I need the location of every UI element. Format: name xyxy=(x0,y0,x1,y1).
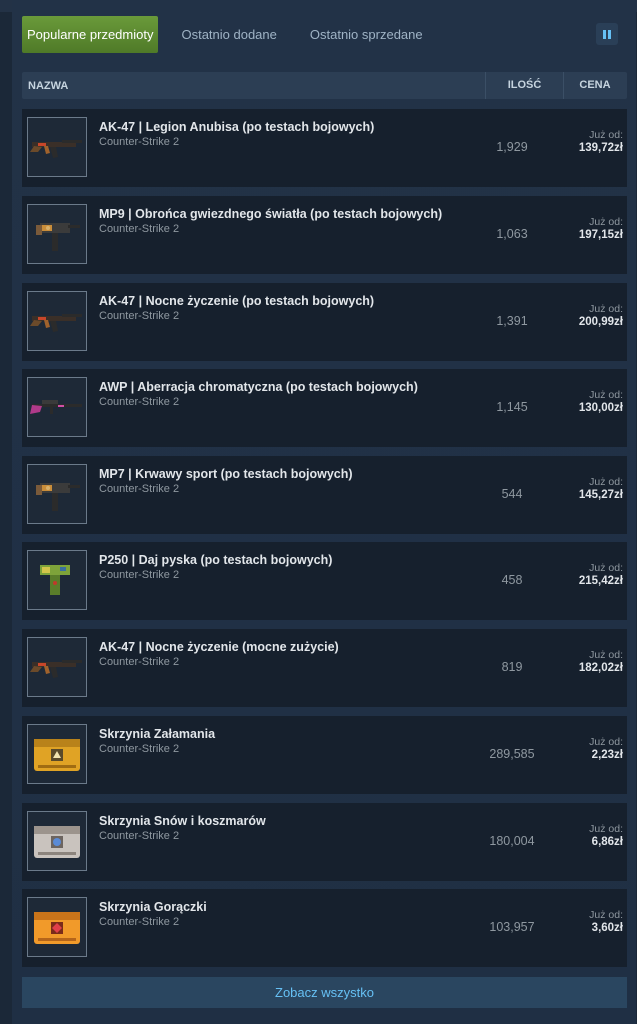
item-game: Counter-Strike 2 xyxy=(99,656,180,668)
item-thumbnail xyxy=(27,811,87,871)
item-price-label: Już od: xyxy=(589,216,623,228)
item-price: 145,27zł xyxy=(578,489,623,501)
tab-popular[interactable]: Popularne przedmioty xyxy=(22,15,159,53)
list-item[interactable]: P250 | Daj pyska (po testach bojowych) Co… xyxy=(22,542,627,620)
pistol-icon xyxy=(40,565,70,595)
list-item[interactable]: AK-47 | Nocne życzenie (po testach bojow… xyxy=(22,283,627,361)
item-price: 2,23zł xyxy=(591,749,623,761)
item-price: 3,60zł xyxy=(591,922,623,934)
item-thumbnail xyxy=(27,117,87,177)
item-game: Counter-Strike 2 xyxy=(99,569,180,581)
item-thumbnail xyxy=(27,377,87,437)
rifle-icon xyxy=(30,140,82,158)
case-icon xyxy=(34,826,80,858)
item-price-label: Już od: xyxy=(589,823,623,835)
pause-button[interactable] xyxy=(596,23,618,45)
rifle-icon xyxy=(30,314,82,332)
item-game: Counter-Strike 2 xyxy=(99,483,180,495)
item-price: 6,86zł xyxy=(591,836,623,848)
list-item[interactable]: MP7 | Krwawy sport (po testach bojowych)… xyxy=(22,456,627,534)
item-price-label: Już od: xyxy=(589,476,623,488)
item-price: 200,99zł xyxy=(578,316,623,328)
item-game: Counter-Strike 2 xyxy=(99,916,180,928)
item-price: 130,00zł xyxy=(578,402,623,414)
list-item[interactable]: AWP | Aberracja chromatyczna (po testach… xyxy=(22,369,627,447)
item-price-label: Już od: xyxy=(589,303,623,315)
item-thumbnail xyxy=(27,724,87,784)
item-name: P250 | Daj pyska (po testach bojowych) xyxy=(99,553,333,567)
item-name: AWP | Aberracja chromatyczna (po testach… xyxy=(99,380,418,394)
smg-icon xyxy=(36,223,80,251)
item-name: MP7 | Krwawy sport (po testach bojowych) xyxy=(99,467,353,481)
tab-recently-sold[interactable]: Ostatnio sprzedane xyxy=(299,16,434,53)
item-game: Counter-Strike 2 xyxy=(99,743,180,755)
sniper-icon xyxy=(30,400,82,414)
tab-bar: Popularne przedmioty Ostatnio dodane Ost… xyxy=(22,15,445,53)
item-price: 139,72zł xyxy=(578,142,623,154)
item-thumbnail xyxy=(27,291,87,351)
item-name: MP9 | Obrońca gwiezdnego światła (po tes… xyxy=(99,207,443,221)
table-header: NAZWA ILOŚĆ CENA xyxy=(22,72,627,99)
item-thumbnail xyxy=(27,637,87,697)
item-price: 215,42zł xyxy=(578,575,623,587)
list-item[interactable]: AK-47 | Legion Anubisa (po testach bojow… xyxy=(22,109,627,187)
item-game: Counter-Strike 2 xyxy=(99,310,180,322)
item-price-label: Już od: xyxy=(589,736,623,748)
item-thumbnail xyxy=(27,464,87,524)
list-item[interactable]: MP9 | Obrońca gwiezdnego światła (po tes… xyxy=(22,196,627,274)
item-thumbnail xyxy=(27,897,87,957)
see-all-button[interactable]: Zobacz wszystko xyxy=(22,977,627,1008)
smg-icon xyxy=(36,483,80,511)
item-price-label: Już od: xyxy=(589,129,623,141)
item-price-label: Już od: xyxy=(589,562,623,574)
pause-icon-bar xyxy=(608,29,611,39)
column-header-name: NAZWA xyxy=(28,80,69,92)
tab-recently-added[interactable]: Ostatnio dodane xyxy=(170,16,287,53)
list-item[interactable]: Skrzynia Załamania Counter-Strike 2 289,58… xyxy=(22,716,627,794)
item-thumbnail xyxy=(27,204,87,264)
rifle-icon xyxy=(30,660,82,678)
case-icon xyxy=(34,912,80,944)
item-price-label: Już od: xyxy=(589,389,623,401)
list-item[interactable]: Skrzynia Gorączki Counter-Strike 2 103,957… xyxy=(22,889,627,967)
item-game: Counter-Strike 2 xyxy=(99,830,180,842)
item-name: Skrzynia Snów i koszmarów xyxy=(99,814,266,828)
pause-icon xyxy=(603,29,606,39)
item-name: Skrzynia Gorączki xyxy=(99,900,207,914)
item-game: Counter-Strike 2 xyxy=(99,396,180,408)
column-header-price: CENA xyxy=(579,79,611,91)
item-price-label: Już od: xyxy=(589,649,623,661)
list-item[interactable]: AK-47 | Nocne życzenie (mocne zużycie) Co… xyxy=(22,629,627,707)
item-name: AK-47 | Legion Anubisa (po testach bojow… xyxy=(99,120,375,134)
item-name: AK-47 | Nocne życzenie (mocne zużycie) xyxy=(99,640,339,654)
item-price: 182,02zł xyxy=(578,662,623,674)
item-price: 197,15zł xyxy=(578,229,623,241)
item-game: Counter-Strike 2 xyxy=(99,136,180,148)
item-game: Counter-Strike 2 xyxy=(99,223,180,235)
item-thumbnail xyxy=(27,550,87,610)
list-item[interactable]: Skrzynia Snów i koszmarów Counter-Strike … xyxy=(22,803,627,881)
case-icon xyxy=(34,739,80,771)
column-header-quantity: ILOŚĆ xyxy=(485,72,564,99)
item-name: Skrzynia Załamania xyxy=(99,727,216,741)
item-name: AK-47 | Nocne życzenie (po testach bojow… xyxy=(99,294,375,308)
item-price-label: Już od: xyxy=(589,909,623,921)
